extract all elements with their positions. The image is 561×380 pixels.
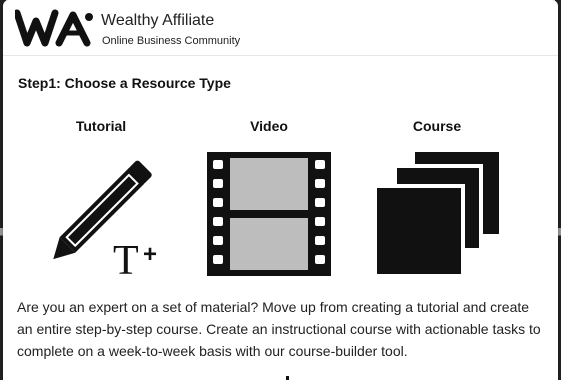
wealthy-affiliate-logo-icon xyxy=(15,9,93,47)
resource-description: Are you an expert on a set of material? … xyxy=(17,299,541,359)
resource-option-label: Course xyxy=(412,118,462,134)
brand-subtitle: Online Business Community xyxy=(102,35,241,47)
resource-type-dialog: Wealthy Affiliate Online Business Commun… xyxy=(3,0,558,380)
resource-option-label: Tutorial xyxy=(75,118,127,134)
dialog-header: Wealthy Affiliate Online Business Commun… xyxy=(3,0,558,56)
step-heading: Step1: Choose a Resource Type xyxy=(18,75,231,91)
film-strip-icon xyxy=(207,152,331,276)
stacked-pages-icon xyxy=(375,152,499,278)
svg-text:T: T xyxy=(113,238,139,284)
resource-option-video[interactable]: Video xyxy=(199,118,339,283)
resource-option-tutorial[interactable]: Tutorial T + xyxy=(31,118,171,284)
resource-option-label: Video xyxy=(250,118,288,134)
brand-title: Wealthy Affiliate xyxy=(101,12,215,29)
resource-option-course[interactable]: Course xyxy=(367,118,507,283)
pencil-text-icon: T + xyxy=(53,160,157,284)
svg-text:+: + xyxy=(143,241,157,268)
divider-mark xyxy=(286,376,289,380)
